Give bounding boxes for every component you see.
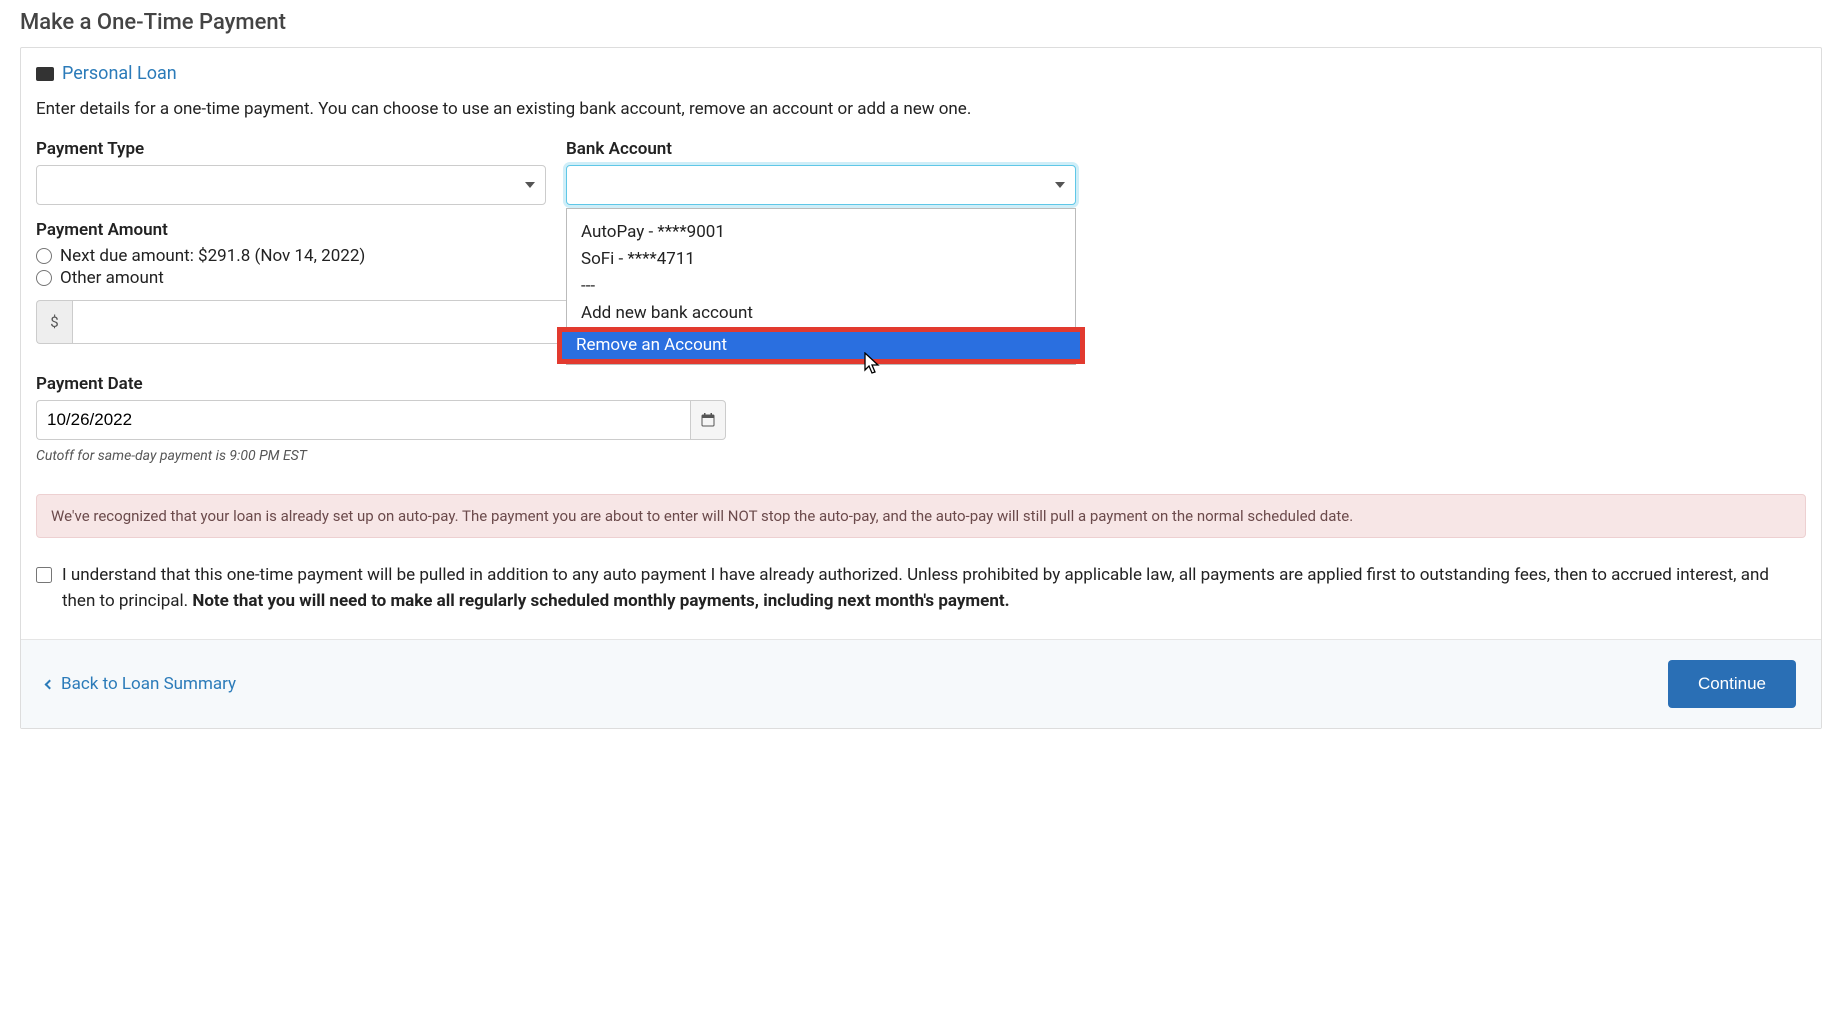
bank-account-dropdown: AutoPay - ****9001 SoFi - ****4711 --- A… (566, 208, 1076, 365)
bank-account-option[interactable]: SoFi - ****4711 (567, 246, 1075, 273)
autopay-alert: We've recognized that your loan is alrea… (36, 494, 1806, 538)
annotation-highlight: Remove an Account (557, 327, 1085, 364)
radio-other-input[interactable] (36, 270, 52, 286)
bank-account-option[interactable]: Add new bank account (567, 300, 1075, 327)
chevron-down-icon (1055, 182, 1065, 188)
bank-account-label: Bank Account (566, 139, 1076, 159)
continue-button[interactable]: Continue (1668, 660, 1796, 708)
amount-currency-prefix: $ (36, 300, 72, 344)
payment-type-select[interactable] (36, 165, 546, 205)
bank-account-select[interactable] (566, 165, 1076, 205)
payment-panel: Personal Loan Enter details for a one-ti… (20, 47, 1822, 729)
intro-text: Enter details for a one-time payment. Yo… (36, 99, 1806, 119)
consent-text: I understand that this one-time payment … (62, 563, 1806, 614)
calendar-button[interactable] (690, 400, 726, 440)
cutoff-note: Cutoff for same-day payment is 9:00 PM E… (36, 448, 1806, 464)
radio-other-label: Other amount (60, 268, 164, 288)
chevron-down-icon (525, 182, 535, 188)
bank-account-option-remove[interactable]: Remove an Account (562, 332, 1080, 359)
calendar-icon (701, 413, 715, 427)
loan-icon (36, 67, 54, 81)
panel-header: Personal Loan (36, 63, 1806, 84)
footer-bar: Back to Loan Summary Continue (21, 639, 1821, 728)
payment-date-input[interactable] (36, 400, 690, 440)
chevron-left-icon (45, 679, 55, 689)
payment-type-label: Payment Type (36, 139, 546, 159)
radio-next-due-label: Next due amount: $291.8 (Nov 14, 2022) (60, 246, 365, 266)
bank-account-option[interactable]: --- (567, 273, 1075, 300)
personal-loan-link[interactable]: Personal Loan (62, 63, 177, 84)
consent-text-bold: Note that you will need to make all regu… (192, 591, 1009, 611)
consent-checkbox[interactable] (36, 567, 52, 583)
bank-account-option[interactable]: AutoPay - ****9001 (567, 219, 1075, 246)
back-link[interactable]: Back to Loan Summary (46, 674, 236, 694)
page-title: Make a One-Time Payment (20, 10, 1822, 35)
back-link-label: Back to Loan Summary (61, 674, 236, 694)
radio-next-due-input[interactable] (36, 248, 52, 264)
payment-date-label: Payment Date (36, 374, 1806, 394)
